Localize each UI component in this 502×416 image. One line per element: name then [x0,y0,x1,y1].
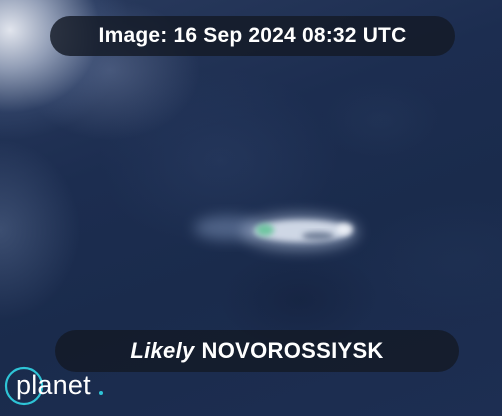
caption-vessel-name: NOVOROSSIYSK [201,338,384,363]
image-timestamp-badge: Image: 16 Sep 2024 08:32 UTC [50,16,455,56]
satellite-image: Image: 16 Sep 2024 08:32 UTC Likely NOVO… [0,0,502,416]
ship-deck-dark [302,232,334,240]
caption-qualifier: Likely [130,338,195,363]
ship-deck-green [256,224,274,236]
planet-logo: planet [2,364,112,408]
image-timestamp-text: Image: 16 Sep 2024 08:32 UTC [98,24,407,47]
ship-bow [337,223,353,235]
planet-logo-text: planet [16,370,91,400]
vessel-caption-badge: Likely NOVOROSSIYSK [55,330,459,372]
planet-logo-dot [99,391,103,395]
